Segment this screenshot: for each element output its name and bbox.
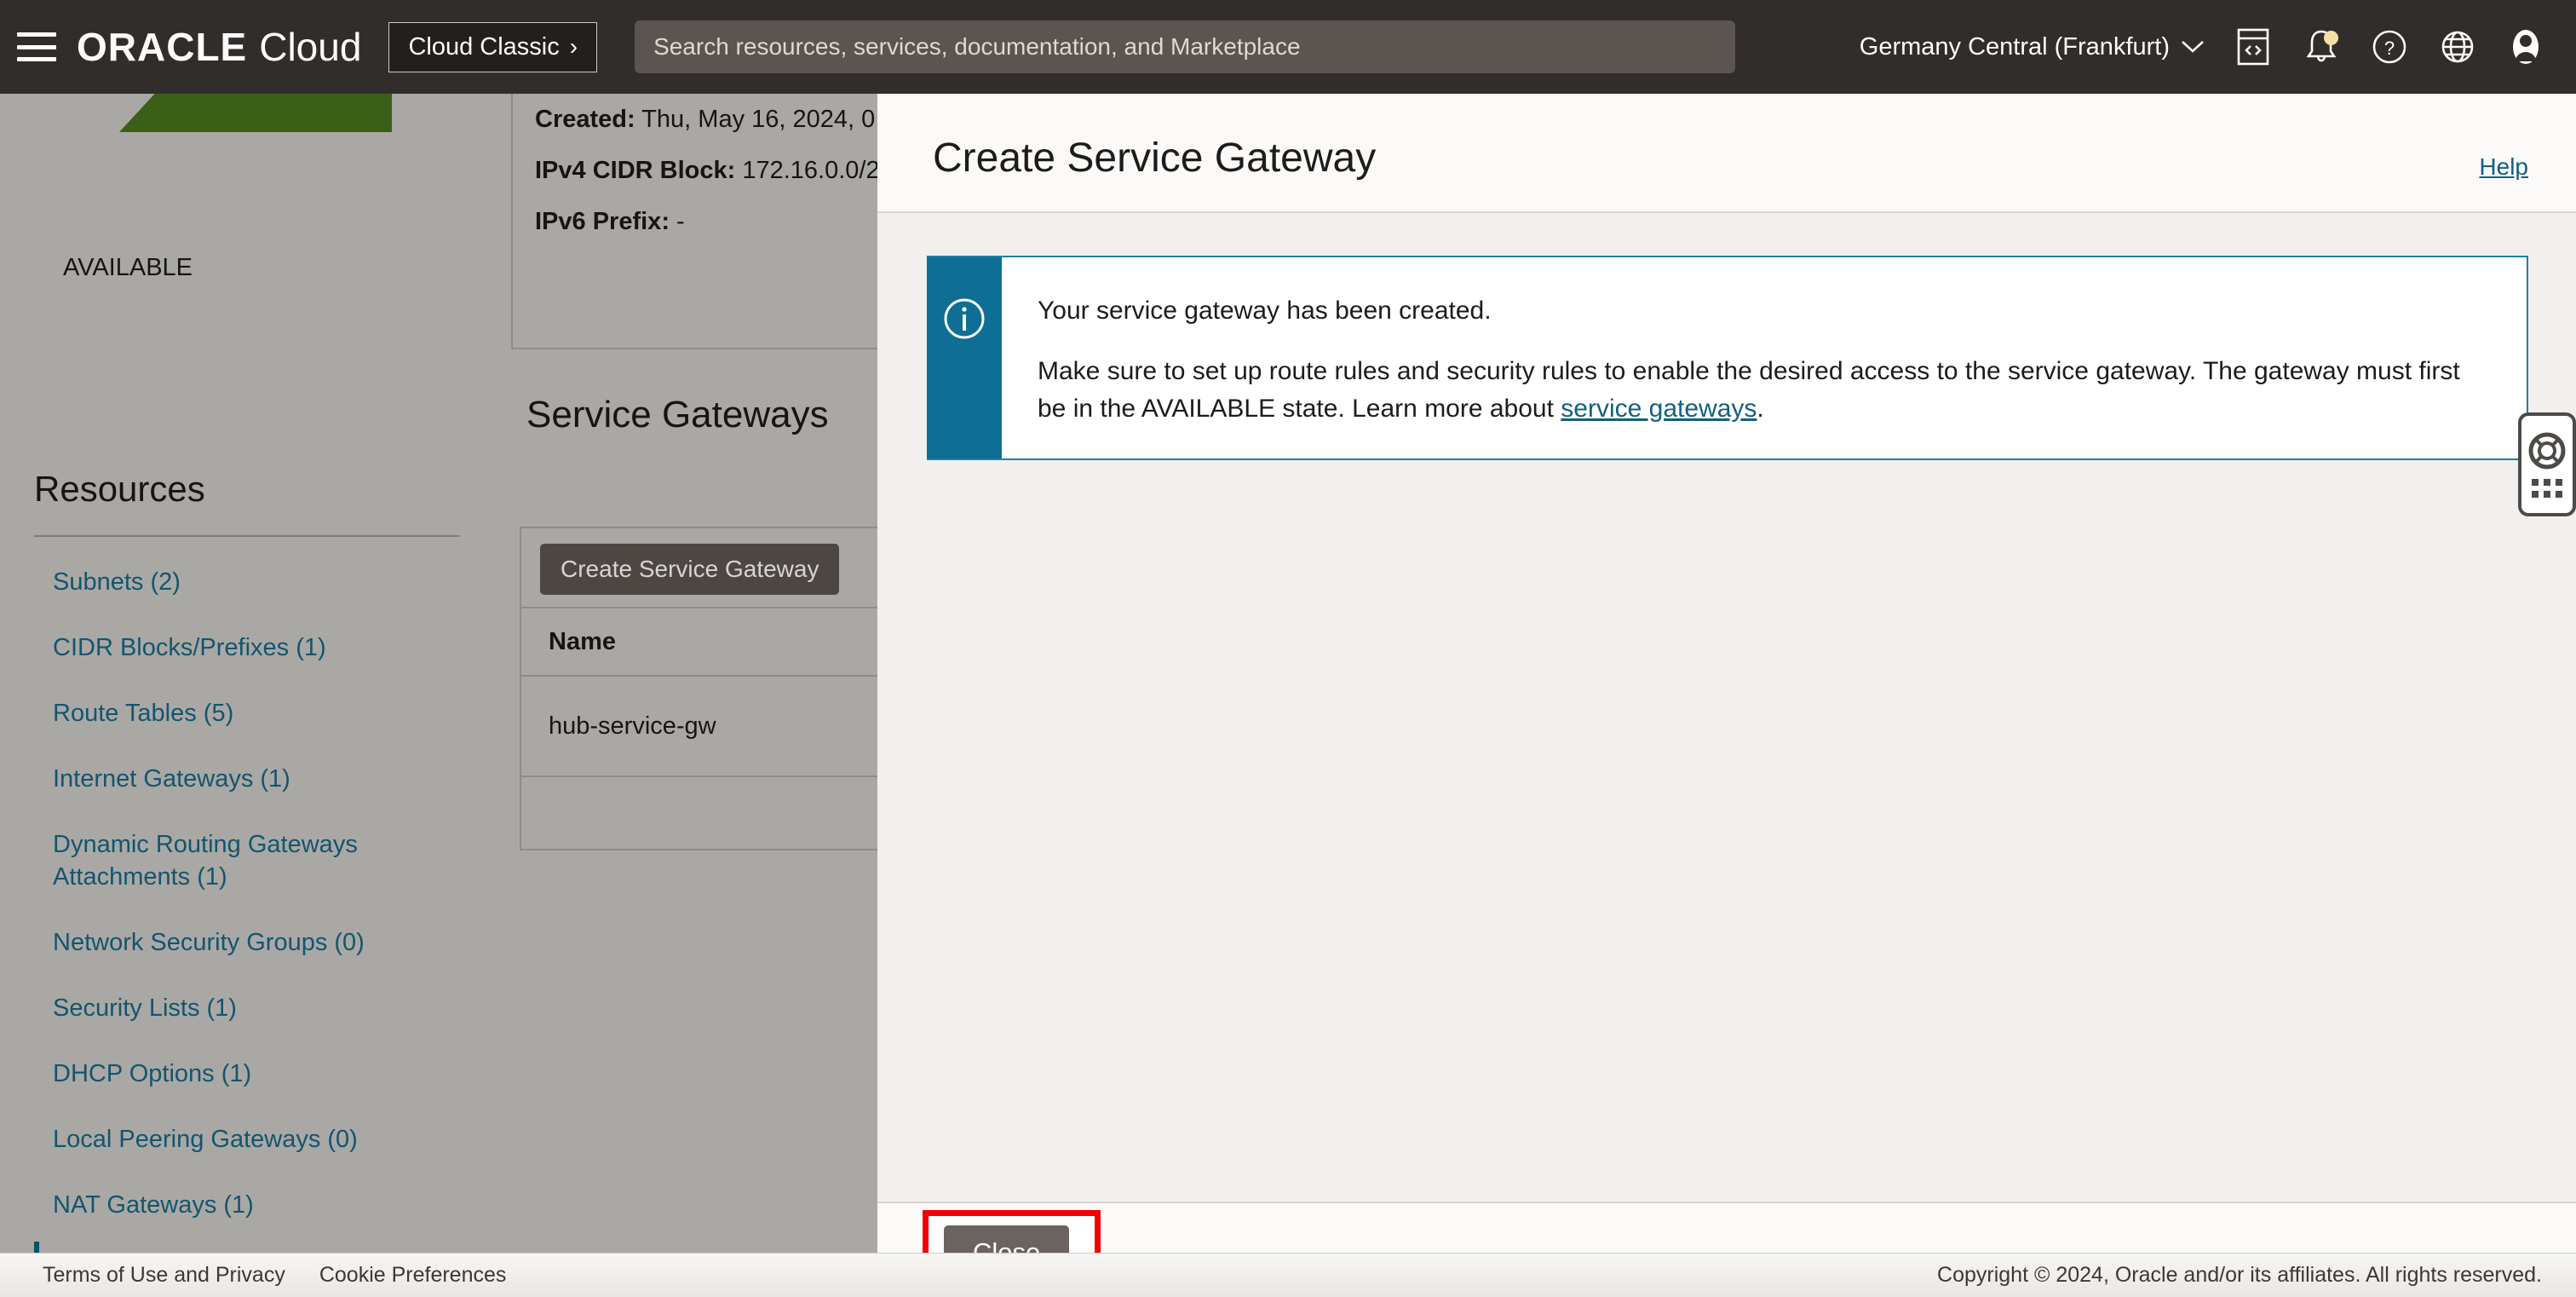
detail-ipv4: IPv4 CIDR Block: 172.16.0.0/2	[535, 157, 880, 185]
region-label: Germany Central (Frankfurt)	[1859, 32, 2170, 61]
user-avatar-icon[interactable]	[2506, 27, 2545, 66]
sidebar-item-nat-gateways[interactable]: NAT Gateways (1)	[0, 1190, 477, 1221]
info-circle-icon	[944, 298, 985, 339]
detail-ipv6-label: IPv6 Prefix:	[535, 208, 670, 235]
svg-text:?: ?	[2384, 37, 2395, 59]
sidebar-item-security-lists[interactable]: Security Lists (1)	[0, 993, 477, 1024]
sidebar-item-route-tables[interactable]: Route Tables (5)	[0, 698, 477, 729]
resources-heading: Resources	[34, 469, 205, 509]
cloud-classic-button[interactable]: Cloud Classic ›	[388, 21, 598, 72]
create-service-gateway-button[interactable]: Create Service Gateway	[540, 544, 840, 595]
service-gateways-doc-link[interactable]: service gateways	[1561, 395, 1757, 423]
oracle-cloud-logo[interactable]: ORACLE Cloud	[77, 24, 361, 70]
sidebar-item-dhcp-options[interactable]: DHCP Options (1)	[0, 1058, 477, 1090]
drag-dots-handle[interactable]	[2532, 479, 2562, 498]
cloud-classic-label: Cloud Classic	[408, 32, 560, 61]
sidebar-item-cidr-blocks[interactable]: CIDR Blocks/Prefixes (1)	[0, 632, 477, 664]
service-gateways-heading: Service Gateways	[526, 394, 829, 435]
info-banner-content: Your service gateway has been created. M…	[1002, 257, 2520, 458]
detail-created-value: Thu, May 16, 2024, 0	[641, 106, 876, 133]
info-message-primary: Your service gateway has been created.	[1038, 297, 1492, 325]
detail-ipv6-value: -	[676, 208, 685, 235]
resources-list: Subnets (2) CIDR Blocks/Prefixes (1) Rou…	[0, 567, 477, 1297]
sidebar-item-local-peering-gateways[interactable]: Local Peering Gateways (0)	[0, 1124, 477, 1156]
code-editor-icon[interactable]	[2234, 27, 2273, 66]
hamburger-menu-icon[interactable]	[17, 32, 56, 61]
top-bar-actions: Germany Central (Frankfurt) ?	[1860, 27, 2576, 66]
info-message-secondary: Make sure to set up route rules and secu…	[1038, 353, 2486, 428]
region-selector[interactable]: Germany Central (Frankfurt)	[1860, 33, 2205, 61]
service-gateways-table: Create Service Gateway Name hub-service-…	[520, 527, 903, 850]
detail-ipv4-label: IPv4 CIDR Block:	[535, 157, 736, 184]
search-container	[635, 20, 1736, 73]
table-row[interactable]: hub-service-gw	[521, 677, 903, 777]
resources-divider	[34, 535, 460, 537]
page-footer: Terms of Use and Privacy Cookie Preferen…	[0, 1253, 2576, 1297]
detail-created: Created: Thu, May 16, 2024, 0	[535, 106, 875, 134]
help-question-icon[interactable]: ?	[2370, 27, 2409, 66]
logo-cloud-text: Cloud	[259, 25, 362, 69]
info-banner: Your service gateway has been created. M…	[927, 256, 2528, 460]
status-banner-shape	[119, 94, 392, 132]
sidebar-item-network-security-groups[interactable]: Network Security Groups (0)	[0, 927, 477, 959]
info-banner-accent-bar	[927, 257, 1002, 458]
chevron-right-icon: ›	[569, 33, 578, 60]
search-input[interactable]	[635, 20, 1736, 73]
notifications-bell-icon[interactable]	[2302, 27, 2341, 66]
top-navigation-bar: ORACLE Cloud Cloud Classic › Germany Cen…	[0, 0, 2576, 94]
page-title: Create Service Gateway	[933, 135, 1377, 181]
panel-body: Your service gateway has been created. M…	[877, 213, 2576, 1202]
vcn-detail-area: Created: Thu, May 16, 2024, 0 IPv4 CIDR …	[511, 94, 903, 1297]
support-widget[interactable]	[2518, 412, 2576, 516]
copyright-text: Copyright © 2024, Oracle and/or its affi…	[1937, 1263, 2542, 1287]
table-footer	[521, 777, 903, 845]
panel-header: Create Service Gateway Help	[877, 94, 2576, 213]
detail-ipv6: IPv6 Prefix: -	[535, 208, 685, 236]
sidebar-item-subnets[interactable]: Subnets (2)	[0, 567, 477, 598]
table-header-name: Name	[521, 608, 903, 677]
terms-of-use-link[interactable]: Terms of Use and Privacy	[43, 1263, 285, 1288]
cookie-preferences-link[interactable]: Cookie Preferences	[319, 1263, 507, 1288]
status-badge: AVAILABLE	[62, 254, 193, 281]
create-service-gateway-panel: Create Service Gateway Help Your service…	[877, 94, 2576, 1297]
notification-badge-dot	[2324, 31, 2338, 45]
chevron-down-icon	[2182, 41, 2204, 53]
table-toolbar: Create Service Gateway	[521, 528, 903, 608]
help-link[interactable]: Help	[2479, 153, 2528, 181]
detail-created-label: Created:	[535, 106, 635, 133]
life-ring-support-icon	[2528, 432, 2566, 470]
logo-oracle-text: ORACLE	[77, 25, 248, 69]
detail-ipv4-value: 172.16.0.0/2	[742, 157, 880, 184]
sidebar-item-internet-gateways[interactable]: Internet Gateways (1)	[0, 764, 477, 795]
vcn-details-card: Created: Thu, May 16, 2024, 0 IPv4 CIDR …	[511, 94, 903, 349]
sidebar-item-drg-attachments[interactable]: Dynamic Routing Gateways Attachments (1)	[0, 829, 358, 892]
language-globe-icon[interactable]	[2438, 27, 2477, 66]
footer-links: Terms of Use and Privacy Cookie Preferen…	[43, 1263, 506, 1288]
info-message-text-post: .	[1757, 394, 1764, 423]
